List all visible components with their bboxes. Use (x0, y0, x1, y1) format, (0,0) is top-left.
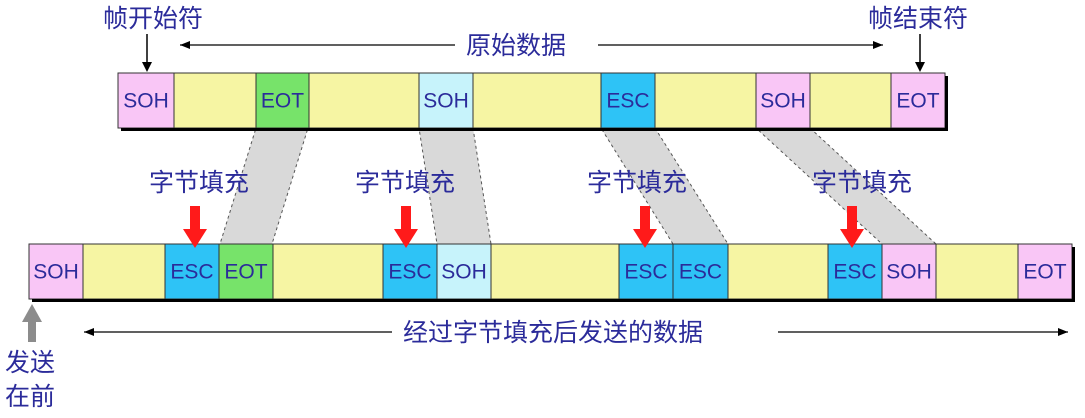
top-cell-soh: SOH (755, 72, 811, 129)
stuff-arrow-shaft (640, 206, 650, 232)
top-cell-data (308, 72, 420, 129)
cell-label: EOT (224, 261, 267, 284)
cell-label: EOT (261, 90, 304, 113)
bottom-cell-data (727, 243, 829, 300)
byte-stuffing-label: 字节填充 (355, 168, 455, 197)
bottom-cell-eot: EOT (218, 243, 274, 300)
cell-label: SOH (760, 90, 806, 113)
cell-label: SOH (441, 261, 487, 284)
cell-label: SOH (33, 261, 79, 284)
bottom-cell-soh: SOH (881, 243, 937, 300)
cell-box (809, 72, 892, 129)
stuffed-data-label: 经过字节填充后发送的数据 (403, 318, 703, 347)
cell-box (308, 72, 420, 129)
original-data-arrowhead-left (180, 41, 190, 49)
original-data-label: 原始数据 (466, 31, 566, 60)
bottom-cell-esc: ESC (382, 243, 438, 300)
cell-label: SOH (423, 90, 469, 113)
cell-box (490, 243, 620, 300)
frame-shadow-bottom (121, 128, 948, 131)
stuff-arrow-shaft (190, 206, 200, 232)
top-cell-data (472, 72, 602, 129)
stuffed-frame: SOH ESC EOT ESC SOH ESC ESC ESC SOH EOT (28, 243, 1075, 302)
send-first-arrow-shaft (28, 320, 36, 342)
cell-box (654, 72, 757, 129)
bottom-cell-esc: ESC (827, 243, 883, 300)
stuffed-data-arrowhead-left (84, 328, 94, 336)
cell-label: ESC (170, 261, 213, 284)
stuffed-data-arrowhead-right (1058, 328, 1068, 336)
cell-label: ESC (388, 261, 431, 284)
cell-label: ESC (833, 261, 876, 284)
send-first-label-line1: 发送 (5, 348, 55, 377)
top-cell-eot: EOT (890, 72, 946, 129)
bottom-cell-soh: SOH (28, 243, 84, 300)
cell-label: EOT (1023, 261, 1066, 284)
bottom-cell-eot: EOT (1017, 243, 1073, 300)
byte-stuffing-diagram: SOH EOT SOH ESC SOH EOT SOH ESC EOT ESC SOH ESC ESC… (5, 4, 1075, 411)
cell-label: SOH (123, 90, 169, 113)
cell-label: ESC (679, 261, 722, 284)
bottom-cell-esc: ESC (164, 243, 220, 300)
bottom-cell-data (82, 243, 166, 300)
top-cell-soh: SOH (117, 72, 175, 129)
bottom-cell-data (272, 243, 384, 300)
top-cell-data (654, 72, 757, 129)
cell-label: ESC (606, 90, 649, 113)
send-first-arrowhead (22, 304, 42, 322)
top-cell-eot: EOT (255, 72, 310, 129)
cell-box (272, 243, 384, 300)
frame-shadow-right (945, 76, 948, 131)
byte-stuffing-label: 字节填充 (812, 168, 912, 197)
top-cell-esc: ESC (600, 72, 656, 129)
cell-label: ESC (624, 261, 667, 284)
original-frame: SOH EOT SOH ESC SOH EOT (117, 72, 948, 131)
top-cell-data (809, 72, 892, 129)
byte-stuffing-label: 字节填充 (587, 168, 687, 197)
frame-end-arrowhead (915, 62, 925, 72)
cell-box (82, 243, 166, 300)
bottom-cell-data (490, 243, 620, 300)
bottom-cell-data (935, 243, 1019, 300)
send-first-label-line2: 在前 (5, 382, 55, 411)
top-cell-soh: SOH (418, 72, 474, 129)
bottom-cell-esc: ESC (618, 243, 674, 300)
byte-stuffing-label: 字节填充 (149, 168, 249, 197)
top-cell-data (173, 72, 257, 129)
original-data-arrowhead-right (873, 41, 883, 49)
frame-end-label: 帧结束符 (868, 4, 968, 33)
bottom-cell-esc: ESC (672, 243, 729, 300)
stuff-arrow-shaft (401, 206, 411, 232)
cell-label: SOH (886, 261, 932, 284)
stuff-arrow-shaft (847, 206, 857, 232)
cell-box (472, 72, 602, 129)
frame-start-label: 帧开始符 (103, 4, 203, 33)
cell-label: EOT (896, 90, 939, 113)
cell-box (727, 243, 829, 300)
frame-shadow-right (1072, 247, 1075, 302)
cell-box (935, 243, 1019, 300)
frame-start-arrowhead (142, 62, 152, 72)
frame-shadow-bottom (32, 299, 1075, 302)
cell-box (173, 72, 257, 129)
bottom-cell-soh: SOH (436, 243, 492, 300)
